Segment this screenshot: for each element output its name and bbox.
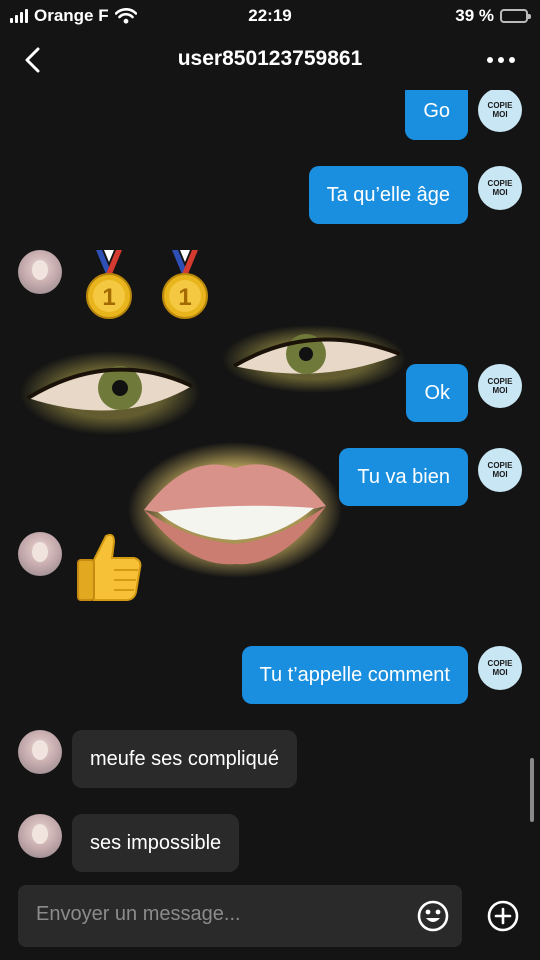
message-list[interactable]: Go COPIE MOI Ta qu’elle âge COPIE MOI 1 1 <box>0 90 540 872</box>
message-input[interactable]: Envoyer un message... <box>18 885 462 947</box>
avatar-text: COPIE MOI <box>487 101 513 119</box>
status-bar: Orange F 22:19 39 % <box>0 0 540 32</box>
contact-avatar[interactable] <box>18 730 62 774</box>
smiley-icon[interactable] <box>416 899 450 933</box>
chat-header: user850123759861 <box>0 32 540 90</box>
composer: Envoyer un message... <box>0 872 540 960</box>
avatar-text: COPIE MOI <box>487 461 513 479</box>
my-avatar[interactable]: COPIE MOI <box>478 90 522 132</box>
my-avatar[interactable]: COPIE MOI <box>478 646 522 690</box>
my-avatar[interactable]: COPIE MOI <box>478 448 522 492</box>
thumbs-up-icon <box>77 533 142 601</box>
message-input-placeholder: Envoyer un message... <box>36 903 241 925</box>
my-avatar[interactable]: COPIE MOI <box>478 364 522 408</box>
contact-avatar[interactable] <box>18 814 62 858</box>
message-bubble-incoming[interactable]: ses impossible <box>72 814 240 872</box>
avatar-text: COPIE MOI <box>487 659 513 677</box>
my-avatar[interactable]: COPIE MOI <box>478 166 522 210</box>
status-right: 39 % <box>455 6 531 26</box>
svg-text:1: 1 <box>178 284 191 311</box>
eye-sticker <box>20 351 200 435</box>
contact-avatar[interactable] <box>18 250 62 294</box>
eye-sticker <box>222 325 406 393</box>
scrollbar[interactable] <box>530 758 534 822</box>
battery-percent: 39 % <box>455 6 494 25</box>
message-bubble-incoming[interactable]: meufe ses compliqué <box>72 730 297 788</box>
message-bubble-outgoing[interactable]: Tu t’appelle comment <box>241 646 468 704</box>
gold-medal-icon: 1 <box>162 250 208 319</box>
battery-icon <box>500 9 531 23</box>
ellipsis-icon[interactable] <box>484 50 518 70</box>
plus-circle-icon[interactable] <box>486 899 520 933</box>
message-bubble-outgoing[interactable]: Go <box>405 90 468 140</box>
message-bubble-outgoing[interactable]: Tu va bien <box>339 448 468 506</box>
avatar-text: COPIE MOI <box>487 179 513 197</box>
avatar-text: COPIE MOI <box>487 377 513 395</box>
contact-avatar[interactable] <box>18 532 62 576</box>
lips-sticker <box>128 442 342 578</box>
conversation-title: user850123759861 <box>177 47 363 70</box>
svg-text:1: 1 <box>102 284 115 311</box>
gold-medal-icon: 1 <box>86 250 132 319</box>
message-bubble-outgoing[interactable]: Ta qu’elle âge <box>308 166 468 224</box>
message-bubble-outgoing[interactable]: Ok <box>406 364 468 422</box>
